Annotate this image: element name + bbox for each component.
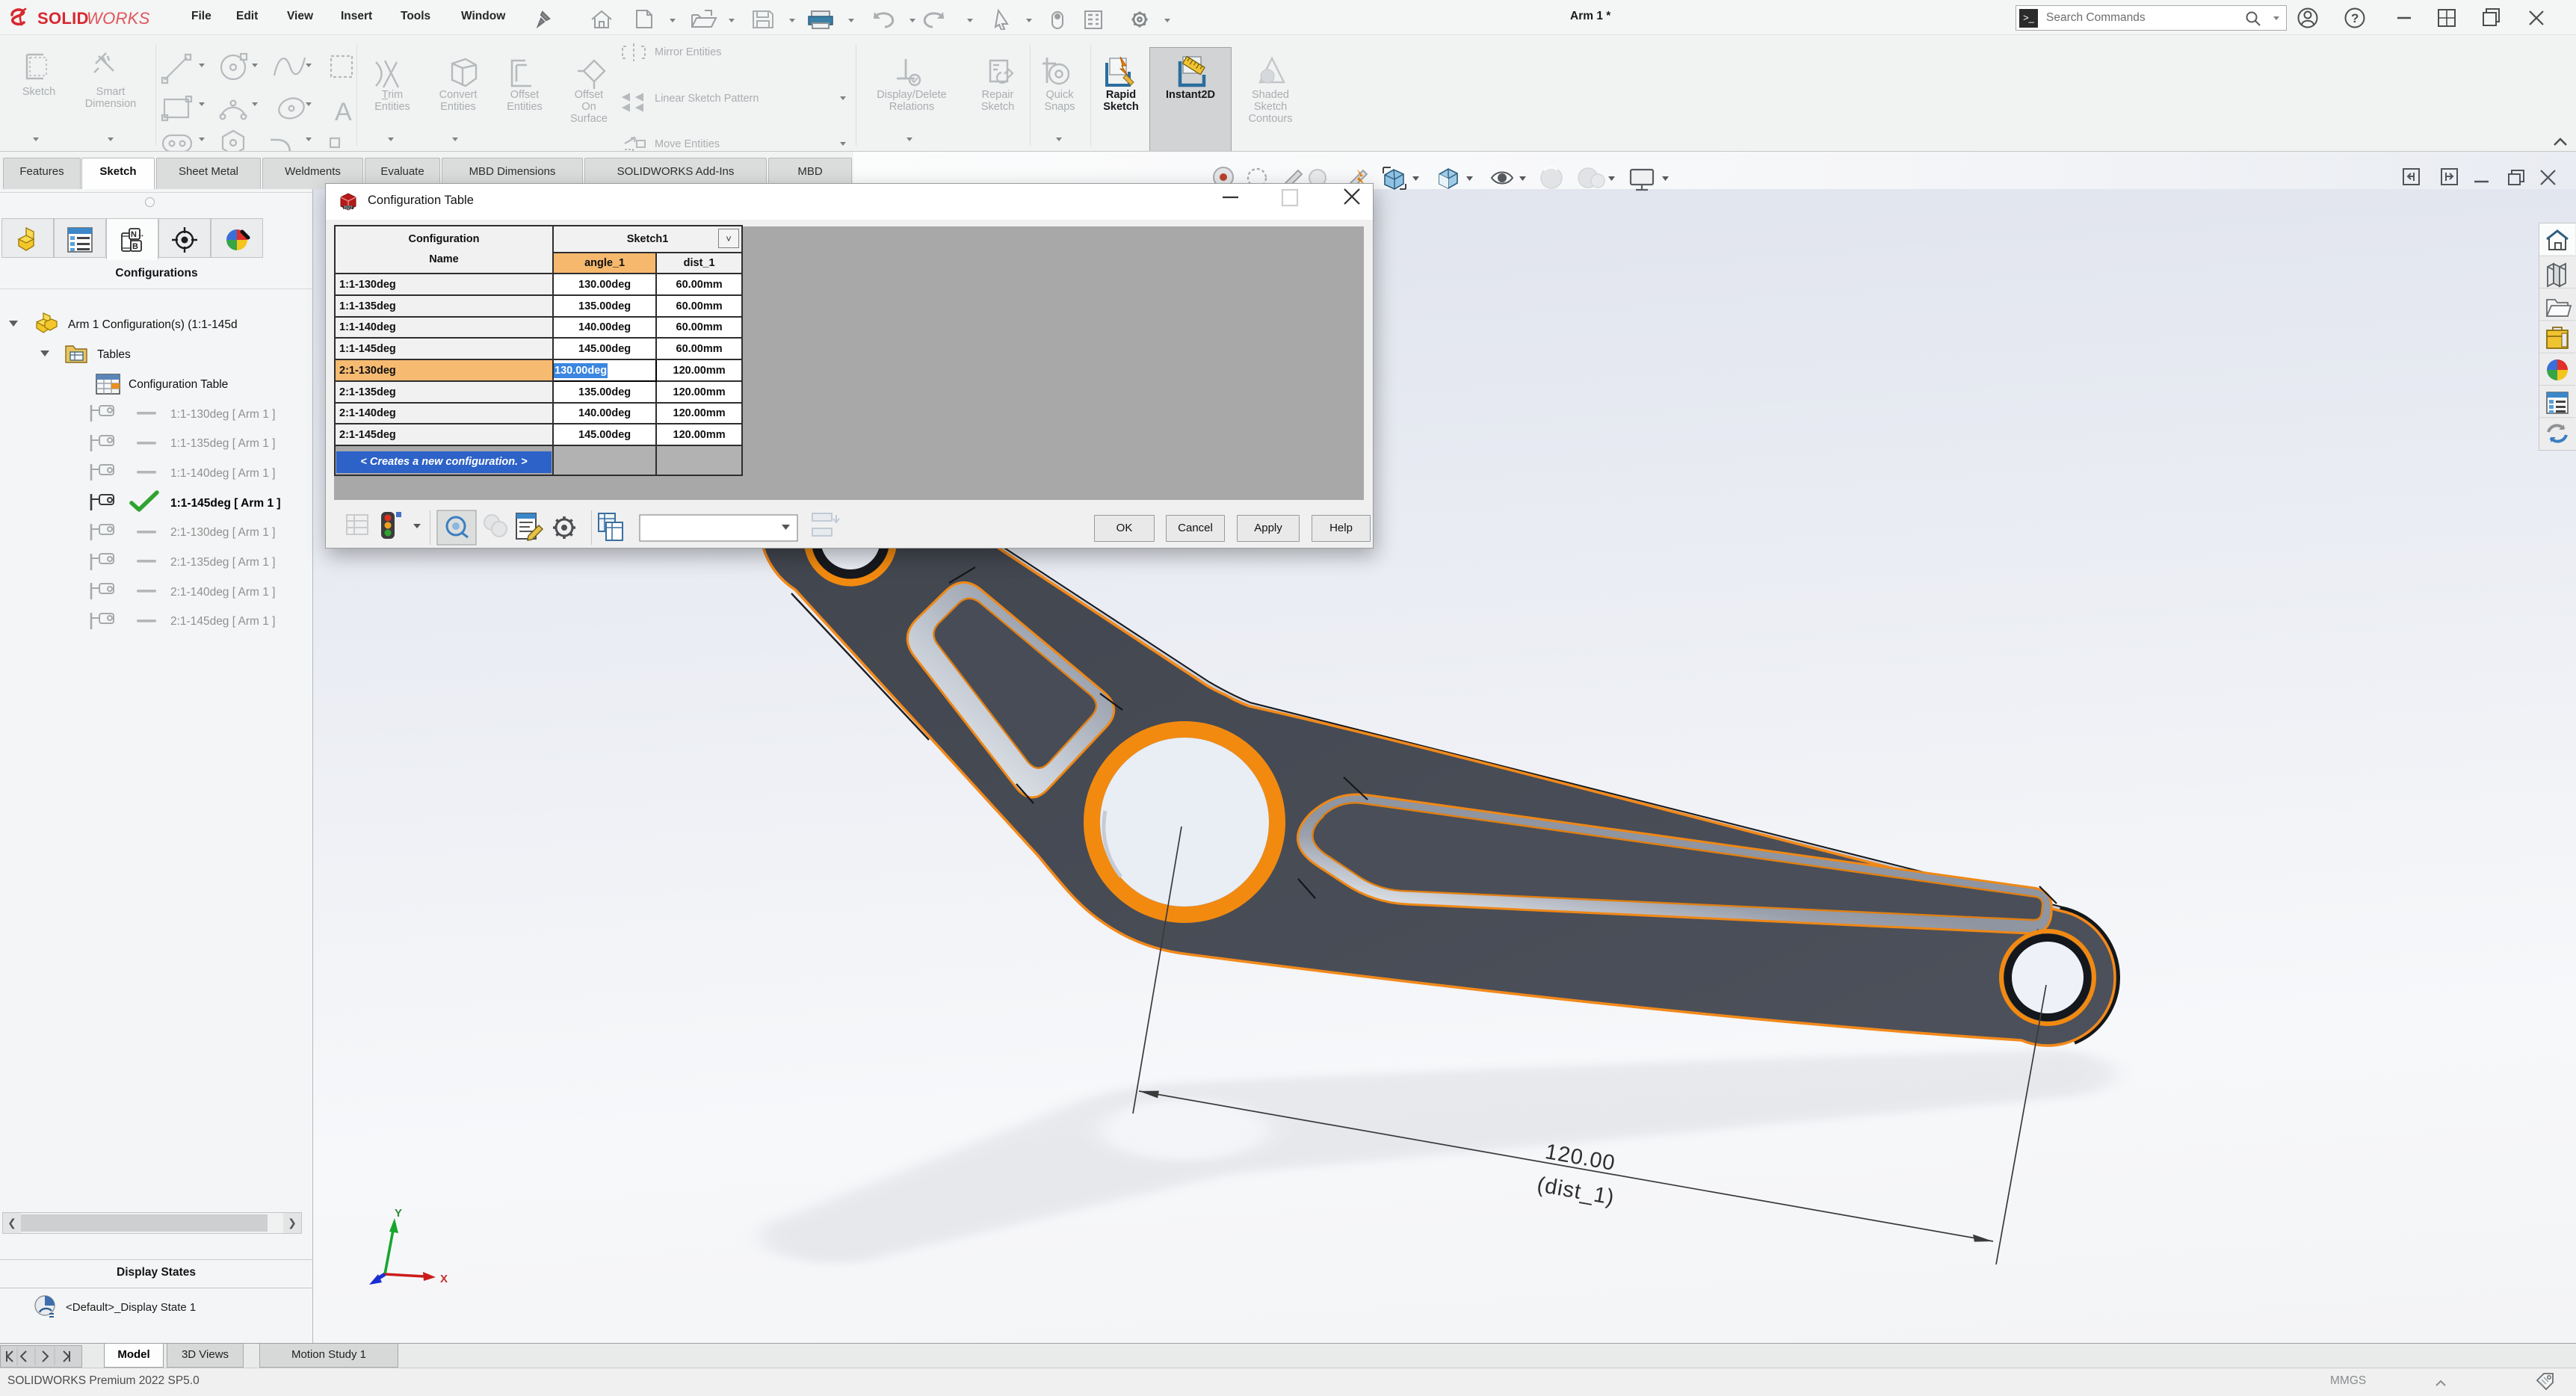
svg-text:Configuration Table: Configuration Table <box>129 378 228 391</box>
svg-text:Y: Y <box>395 1207 402 1220</box>
svg-text:1:1-135deg [ Arm 1 ]: 1:1-135deg [ Arm 1 ] <box>170 437 275 450</box>
svg-text:1:1-145deg [ Arm 1 ]: 1:1-145deg [ Arm 1 ] <box>170 497 281 510</box>
svg-text:WORKS: WORKS <box>87 9 150 28</box>
svg-text:1:1-140deg [ Arm 1 ]: 1:1-140deg [ Arm 1 ] <box>170 467 275 480</box>
svg-text:B: B <box>132 242 138 251</box>
svg-text:(dist_1): (dist_1) <box>1535 1173 1616 1210</box>
svg-text:2022: 2022 <box>344 206 353 211</box>
svg-text:A: A <box>335 98 352 126</box>
svg-text:Tables: Tables <box>97 348 131 361</box>
svg-text:SOLID: SOLID <box>37 9 89 28</box>
svg-text:2:1-140deg [ Arm 1 ]: 2:1-140deg [ Arm 1 ] <box>170 586 275 599</box>
svg-text:2:1-130deg [ Arm 1 ]: 2:1-130deg [ Arm 1 ] <box>170 526 275 539</box>
svg-text:120.00: 120.00 <box>1543 1140 1617 1176</box>
svg-text:1:1-130deg [ Arm 1 ]: 1:1-130deg [ Arm 1 ] <box>170 408 275 421</box>
svg-text:2:1-145deg [ Arm 1 ]: 2:1-145deg [ Arm 1 ] <box>170 615 275 628</box>
svg-text:N→: N→ <box>131 230 145 239</box>
svg-text:?: ? <box>2351 11 2359 25</box>
svg-text:2:1-135deg [ Arm 1 ]: 2:1-135deg [ Arm 1 ] <box>170 556 275 569</box>
svg-text:Arm 1 Configuration(s) (1:1-1: Arm 1 Configuration(s) (1:1-145d <box>68 318 238 331</box>
svg-text:X: X <box>440 1273 448 1285</box>
